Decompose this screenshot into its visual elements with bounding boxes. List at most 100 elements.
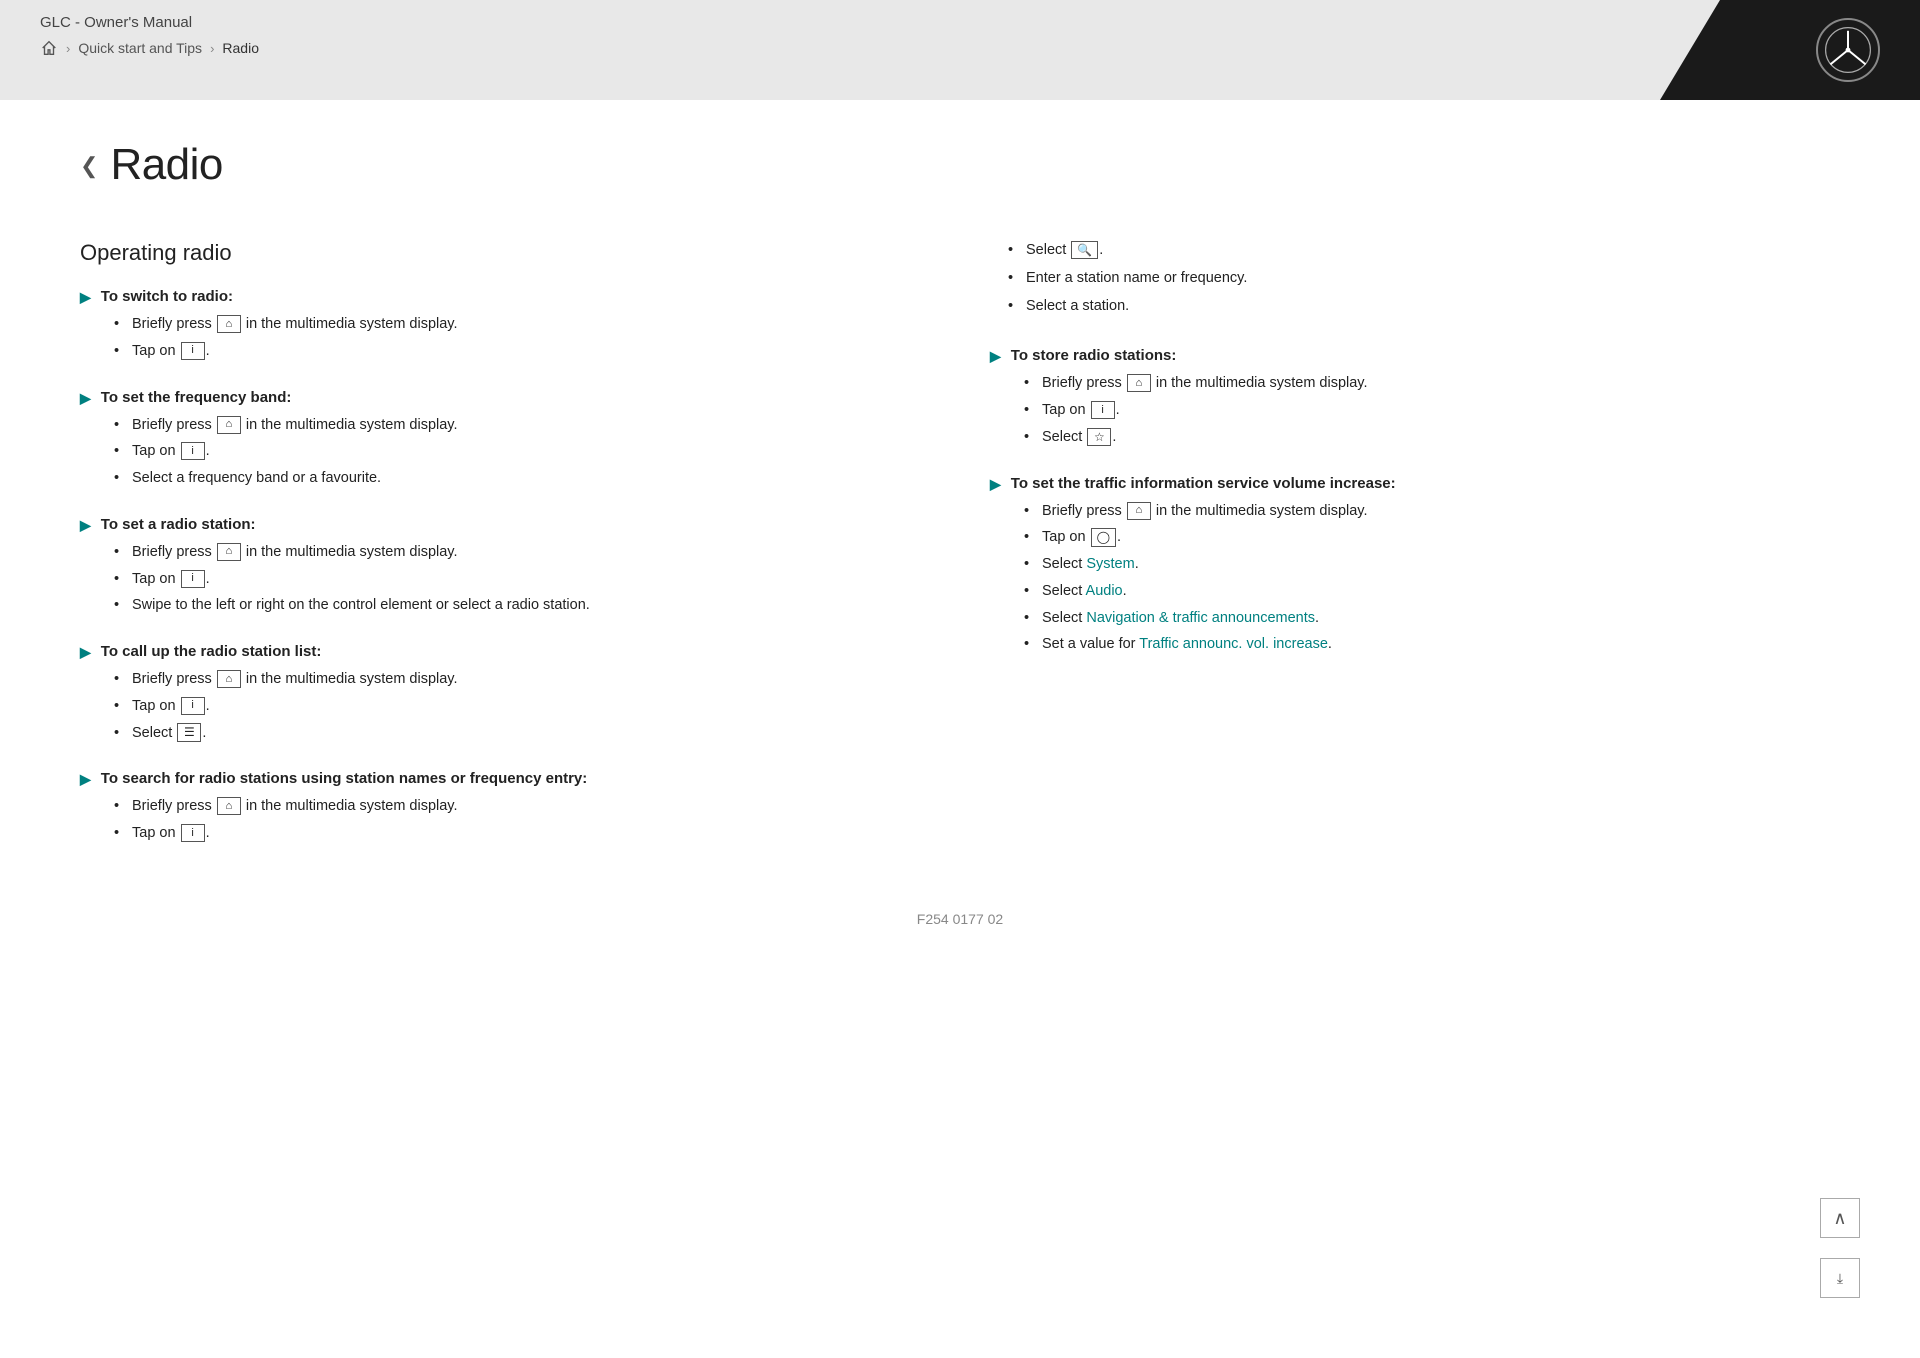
instruction-header: ▶ To set the traffic information service… <box>990 475 1840 493</box>
breadcrumb-sep-1: › <box>66 41 70 56</box>
instruction-title: To store radio stations: <box>1011 347 1177 364</box>
breadcrumb-current: Radio <box>222 40 259 56</box>
right-column: Select 🔍. Enter a station name or freque… <box>990 240 1840 871</box>
instruction-station-list: ▶ To call up the radio station list: Bri… <box>80 643 930 744</box>
instruction-steps: Briefly press ⌂ in the multimedia system… <box>990 373 1840 448</box>
list-item: Select a station. <box>1008 296 1840 318</box>
list-item: Swipe to the left or right on the contro… <box>114 595 930 617</box>
arrow-icon: ▶ <box>80 289 91 306</box>
audio-link[interactable]: Audio <box>1086 583 1123 599</box>
home-button-icon: ⌂ <box>1127 374 1151 392</box>
two-column-layout: Operating radio ▶ To switch to radio: Br… <box>80 240 1840 871</box>
arrow-icon: ▶ <box>990 348 1001 365</box>
document-title: GLC - Owner's Manual <box>40 14 259 31</box>
info-button-icon: i <box>181 342 205 360</box>
star-button-icon: ☆ <box>1087 428 1111 446</box>
chevron-down-icon: ⤓ <box>1837 1270 1843 1287</box>
instruction-steps: Briefly press ⌂ in the multimedia system… <box>80 669 930 744</box>
instruction-search-stations: ▶ To search for radio stations using sta… <box>80 770 930 845</box>
instruction-steps: Briefly press ⌂ in the multimedia system… <box>80 314 930 363</box>
instruction-steps: Briefly press ⌂ in the multimedia system… <box>80 542 930 617</box>
list-item: Tap on i. <box>114 441 930 463</box>
list-item: Briefly press ⌂ in the multimedia system… <box>114 669 930 691</box>
instruction-header: ▶ To store radio stations: <box>990 347 1840 365</box>
instruction-title: To set the traffic information service v… <box>1011 475 1396 492</box>
instruction-header: ▶ To set a radio station: <box>80 516 930 534</box>
breadcrumb-section[interactable]: Quick start and Tips <box>78 40 202 56</box>
main-content: ❮ Radio Operating radio ▶ To switch to r… <box>0 100 1920 1358</box>
page-title: Radio <box>110 140 222 190</box>
list-item: Tap on i. <box>114 569 930 591</box>
instruction-traffic-volume: ▶ To set the traffic information service… <box>990 475 1840 657</box>
instruction-switch-radio: ▶ To switch to radio: Briefly press ⌂ in… <box>80 288 930 363</box>
arrow-icon: ▶ <box>80 517 91 534</box>
document-number: F254 0177 02 <box>80 911 1840 947</box>
logo-area <box>1660 0 1920 100</box>
info-button-icon: i <box>181 824 205 842</box>
arrow-icon: ▶ <box>80 771 91 788</box>
list-item: Tap on ◯. <box>1024 527 1840 549</box>
back-arrow[interactable]: ❮ <box>80 153 98 179</box>
instruction-steps: Briefly press ⌂ in the multimedia system… <box>80 796 930 845</box>
scroll-down-button[interactable]: ⤓ <box>1820 1258 1860 1298</box>
instruction-steps: Briefly press ⌂ in the multimedia system… <box>80 415 930 490</box>
search-button-icon: 🔍 <box>1071 241 1098 259</box>
instruction-header: ▶ To set the frequency band: <box>80 389 930 407</box>
instruction-steps: Briefly press ⌂ in the multimedia system… <box>990 501 1840 657</box>
instruction-store-stations: ▶ To store radio stations: Briefly press… <box>990 347 1840 448</box>
list-item: Select Audio. <box>1024 581 1840 603</box>
list-item: Set a value for Traffic announc. vol. in… <box>1024 634 1840 656</box>
list-item: Tap on i. <box>1024 400 1840 422</box>
system-link[interactable]: System <box>1086 556 1134 572</box>
instruction-title: To set a radio station: <box>101 516 256 533</box>
info-button-icon: i <box>181 697 205 715</box>
breadcrumb: › Quick start and Tips › Radio <box>40 39 259 57</box>
list-button-icon: ☰︎ <box>177 723 201 741</box>
list-item: Briefly press ⌂ in the multimedia system… <box>1024 501 1840 523</box>
arrow-icon: ▶ <box>80 390 91 407</box>
top-bullet-list: Select 🔍. Enter a station name or freque… <box>990 240 1840 317</box>
list-item: Select Navigation & traffic announcement… <box>1024 608 1840 630</box>
arrow-icon: ▶ <box>80 644 91 661</box>
traffic-vol-link[interactable]: Traffic announc. vol. increase <box>1139 636 1328 652</box>
header: GLC - Owner's Manual › Quick start and T… <box>0 0 1920 100</box>
scroll-to-top-button[interactable]: ∧ <box>1820 1198 1860 1238</box>
page-title-row: ❮ Radio <box>80 140 1840 190</box>
info-button-icon: i <box>181 570 205 588</box>
info-button-icon: i <box>1091 401 1115 419</box>
list-item: Briefly press ⌂ in the multimedia system… <box>114 542 930 564</box>
list-item: Briefly press ⌂ in the multimedia system… <box>1024 373 1840 395</box>
instruction-frequency-band: ▶ To set the frequency band: Briefly pre… <box>80 389 930 490</box>
breadcrumb-sep-2: › <box>210 41 214 56</box>
section-heading: Operating radio <box>80 240 930 266</box>
chevron-up-icon: ∧ <box>1833 1208 1846 1229</box>
home-button-icon: ⌂ <box>1127 502 1151 520</box>
info-button-icon: i <box>181 442 205 460</box>
list-item: Tap on i. <box>114 341 930 363</box>
instruction-title: To set the frequency band: <box>101 389 292 406</box>
list-item: Select ☰︎. <box>114 723 930 745</box>
list-item: Briefly press ⌂ in the multimedia system… <box>114 415 930 437</box>
instruction-header: ▶ To call up the radio station list: <box>80 643 930 661</box>
home-button-icon: ⌂ <box>217 416 241 434</box>
arrow-icon: ▶ <box>990 476 1001 493</box>
list-item: Select a frequency band or a favourite. <box>114 468 930 490</box>
settings-button-icon: ◯ <box>1091 528 1116 546</box>
instruction-title: To switch to radio: <box>101 288 233 305</box>
nav-traffic-link[interactable]: Navigation & traffic announcements <box>1086 610 1315 626</box>
list-item: Enter a station name or frequency. <box>1008 268 1840 290</box>
instruction-title: To search for radio stations using stati… <box>101 770 588 787</box>
list-item: Tap on i. <box>114 823 930 845</box>
mercedes-logo <box>1816 18 1880 82</box>
left-column: Operating radio ▶ To switch to radio: Br… <box>80 240 930 871</box>
instruction-header: ▶ To search for radio stations using sta… <box>80 770 930 788</box>
list-item: Select ☆. <box>1024 427 1840 449</box>
instruction-set-station: ▶ To set a radio station: Briefly press … <box>80 516 930 617</box>
list-item: Tap on i. <box>114 696 930 718</box>
home-button-icon: ⌂ <box>217 797 241 815</box>
home-button-icon: ⌂ <box>217 670 241 688</box>
header-text: GLC - Owner's Manual › Quick start and T… <box>40 14 259 57</box>
instruction-title: To call up the radio station list: <box>101 643 322 660</box>
home-icon[interactable] <box>40 39 58 57</box>
list-item: Briefly press ⌂ in the multimedia system… <box>114 796 930 818</box>
